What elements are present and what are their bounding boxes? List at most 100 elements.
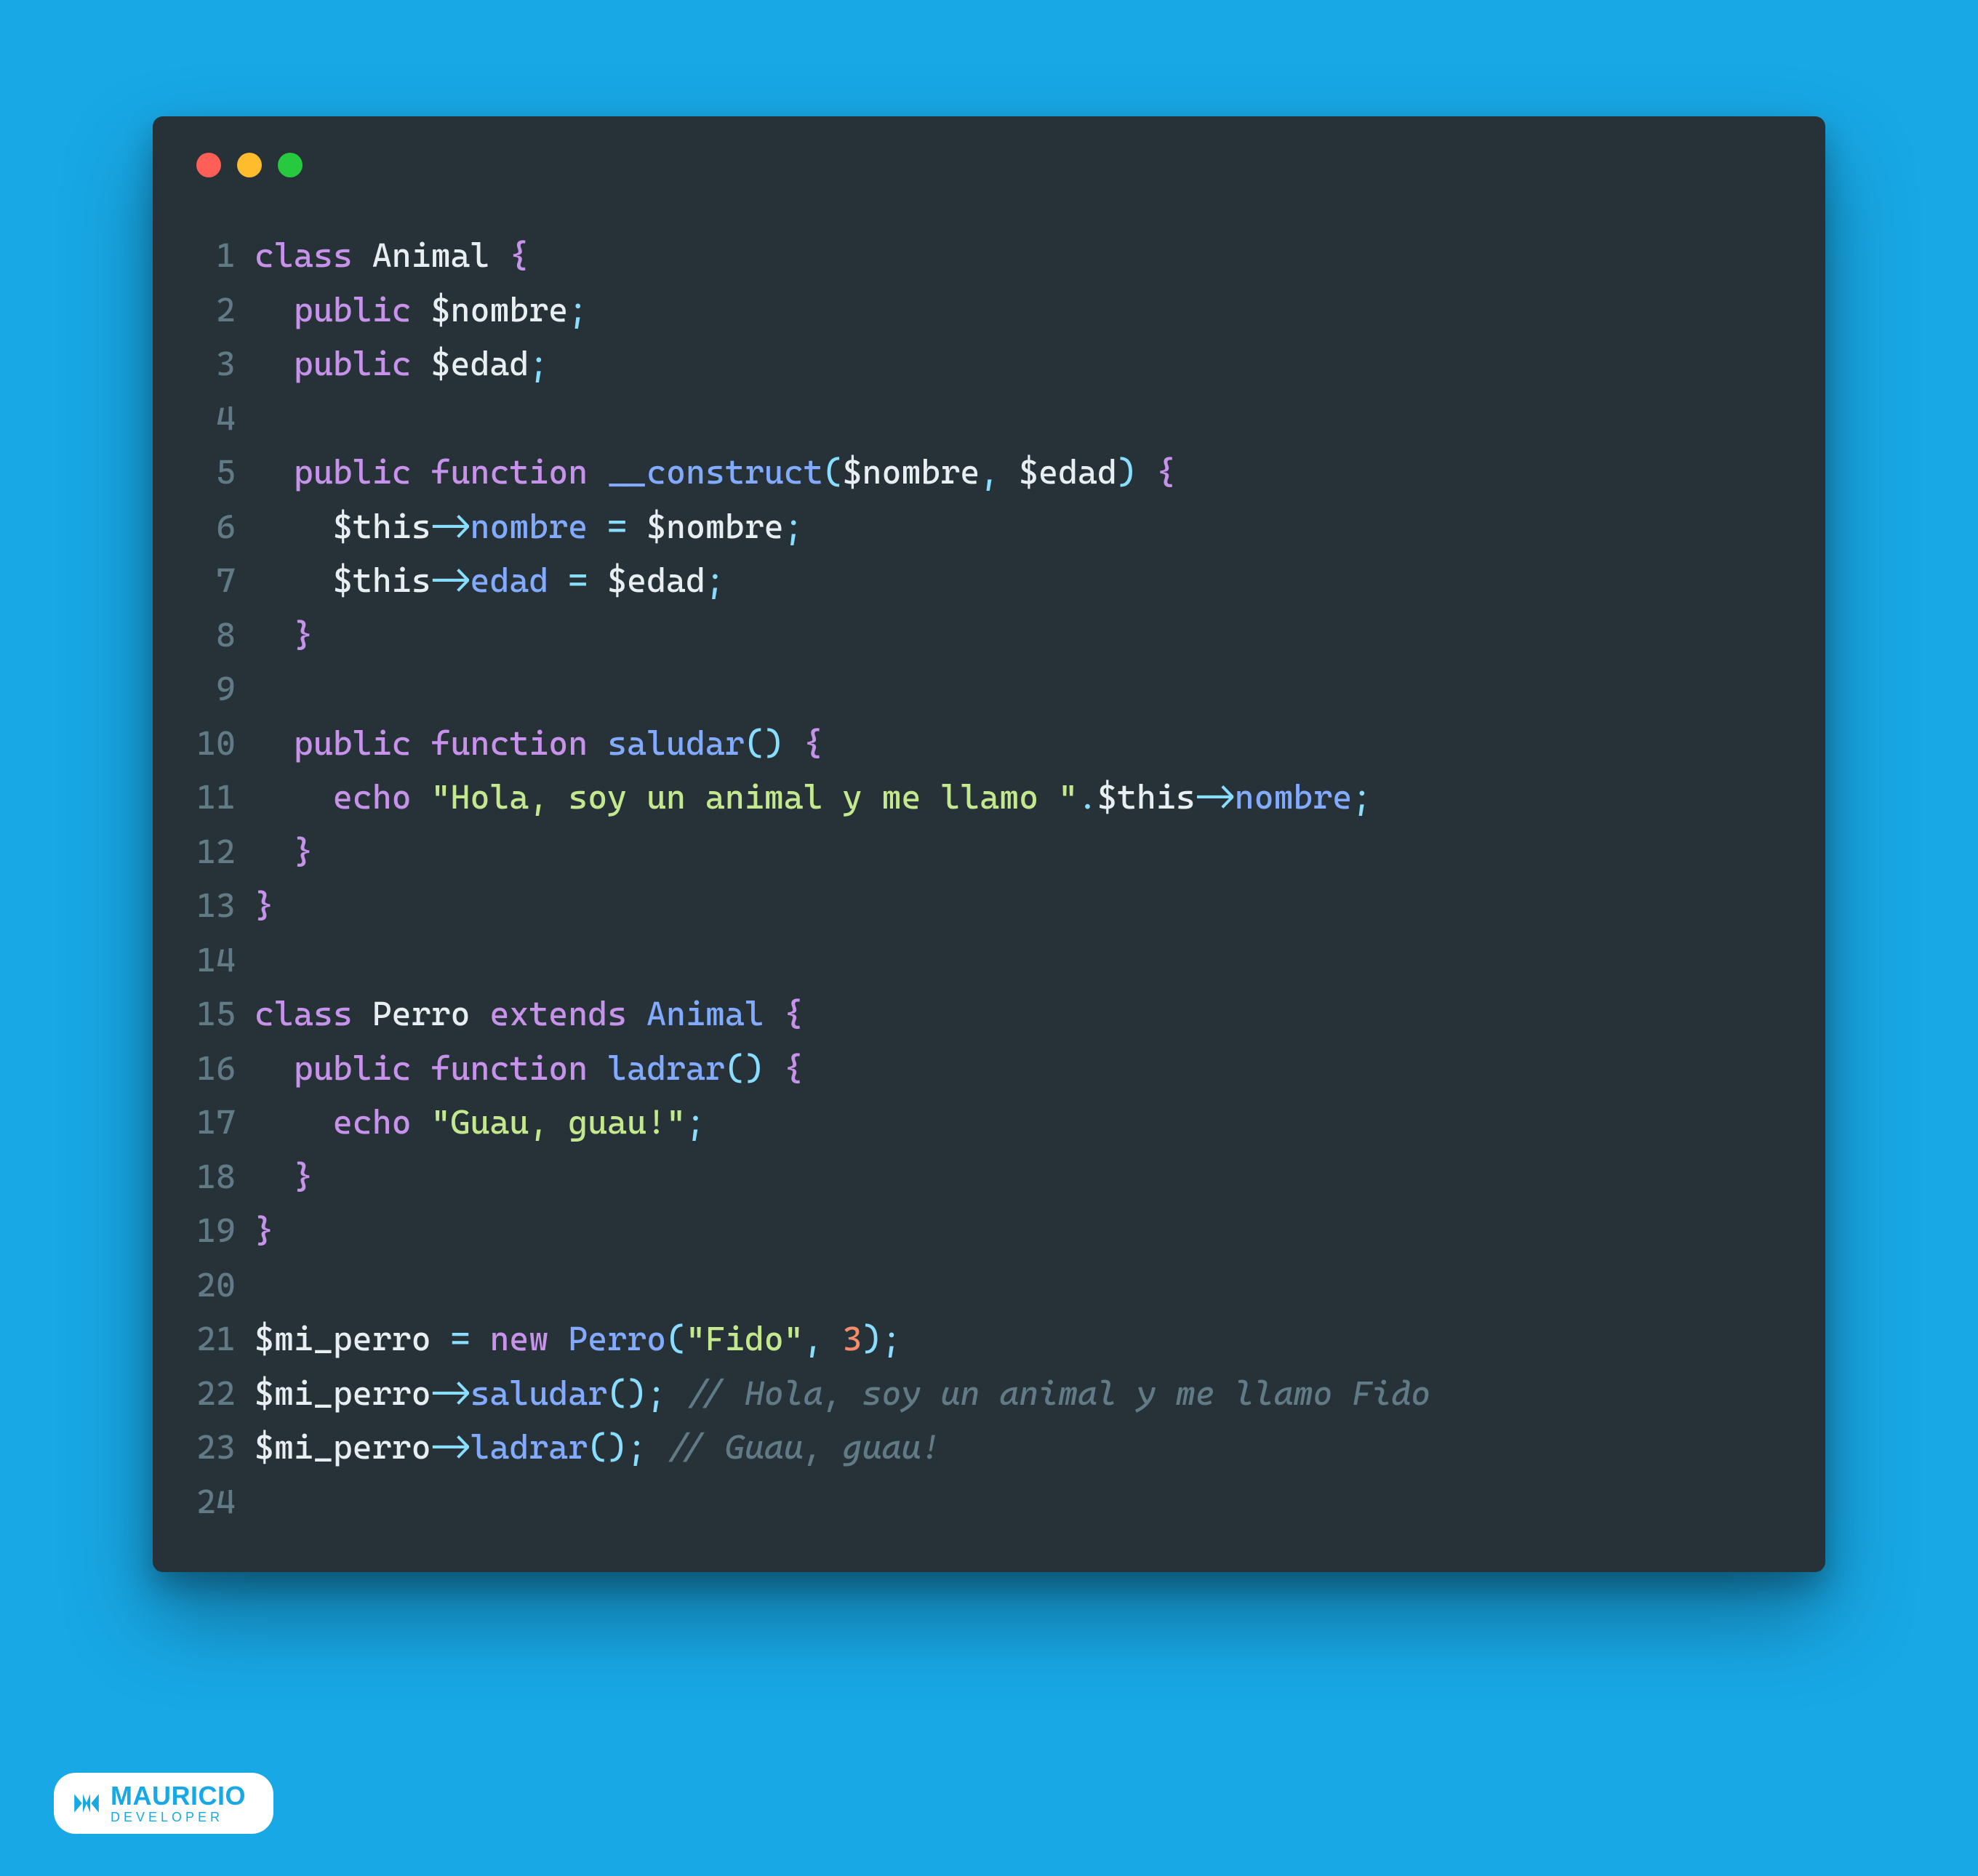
token-sp xyxy=(412,777,431,817)
token-kw: function xyxy=(431,1049,588,1088)
line-content[interactable]: public function __construct($nombre, $ed… xyxy=(255,445,1176,500)
code-line[interactable]: 16 public function ladrar() { xyxy=(189,1041,1789,1096)
line-content[interactable] xyxy=(255,1258,274,1312)
token-brace: } xyxy=(294,832,313,871)
token-punc: ) xyxy=(862,1319,882,1358)
line-content[interactable]: $this->nombre = $nombre; xyxy=(255,500,804,554)
code-line[interactable]: 1class Animal { xyxy=(189,228,1789,283)
line-content[interactable]: } xyxy=(255,608,313,662)
token-sp xyxy=(255,290,294,329)
code-line[interactable]: 12 } xyxy=(189,825,1789,879)
token-sp xyxy=(999,452,1019,492)
line-number: 4 xyxy=(189,391,255,446)
line-number: 12 xyxy=(189,825,255,879)
token-sp xyxy=(627,507,646,546)
code-line[interactable]: 15class Perro extends Animal { xyxy=(189,987,1789,1041)
line-content[interactable]: class Animal { xyxy=(255,228,529,283)
token-var: $mi_perro xyxy=(255,1427,431,1467)
line-content[interactable] xyxy=(255,933,274,987)
line-content[interactable]: } xyxy=(255,878,274,933)
line-content[interactable]: $mi_perro->saludar(); // Hola, soy un an… xyxy=(255,1366,1430,1421)
token-op: ; xyxy=(784,507,804,546)
token-str: "Guau, guau!" xyxy=(431,1102,686,1142)
token-sp xyxy=(588,507,607,546)
code-line[interactable]: 14 xyxy=(189,933,1789,987)
line-content[interactable]: echo "Guau, guau!"; xyxy=(255,1095,705,1150)
token-punc: ( xyxy=(823,452,843,492)
minimize-button[interactable] xyxy=(237,153,262,177)
line-content[interactable]: public function ladrar() { xyxy=(255,1041,804,1096)
code-line[interactable]: 6 $this->nombre = $nombre; xyxy=(189,500,1789,554)
logo-icon xyxy=(71,1788,102,1819)
line-number: 3 xyxy=(189,337,255,391)
token-brace: } xyxy=(294,1157,313,1196)
token-op: -> xyxy=(431,1427,471,1467)
line-number: 10 xyxy=(189,716,255,771)
token-sp xyxy=(627,994,646,1033)
maximize-button[interactable] xyxy=(278,153,303,177)
token-kw: public xyxy=(294,723,412,763)
code-line[interactable]: 8 } xyxy=(189,608,1789,662)
line-number: 8 xyxy=(189,608,255,662)
line-content[interactable] xyxy=(255,1475,274,1529)
code-line[interactable]: 4 xyxy=(189,391,1789,446)
code-line[interactable]: 17 echo "Guau, guau!"; xyxy=(189,1095,1789,1150)
code-line[interactable]: 2 public $nombre; xyxy=(189,283,1789,337)
token-sp xyxy=(353,236,372,275)
code-line[interactable]: 20 xyxy=(189,1258,1789,1312)
line-number: 2 xyxy=(189,283,255,337)
close-button[interactable] xyxy=(196,153,221,177)
line-number: 7 xyxy=(189,553,255,608)
code-line[interactable]: 21$mi_perro = new Perro("Fido", 3); xyxy=(189,1312,1789,1366)
line-number: 11 xyxy=(189,770,255,825)
code-line[interactable]: 9 xyxy=(189,662,1789,716)
code-line[interactable]: 13} xyxy=(189,878,1789,933)
token-prop: nombre xyxy=(470,507,588,546)
token-sp xyxy=(255,1049,294,1088)
line-content[interactable]: public function saludar() { xyxy=(255,716,823,771)
line-content[interactable]: } xyxy=(255,1203,274,1258)
line-content[interactable]: $this->edad = $edad; xyxy=(255,553,725,608)
token-sp xyxy=(412,1102,431,1142)
code-line[interactable]: 19} xyxy=(189,1203,1789,1258)
token-brace: { xyxy=(784,994,804,1033)
code-line[interactable]: 5 public function __construct($nombre, $… xyxy=(189,445,1789,500)
line-content[interactable]: } xyxy=(255,825,313,879)
token-brace: { xyxy=(1156,452,1176,492)
code-line[interactable]: 23$mi_perro->ladrar(); // Guau, guau! xyxy=(189,1420,1789,1475)
line-content[interactable]: $mi_perro = new Perro("Fido", 3); xyxy=(255,1312,901,1366)
code-area[interactable]: 1class Animal {2 public $nombre;3 public… xyxy=(189,228,1789,1528)
token-kw: function xyxy=(431,723,588,763)
token-op: ; xyxy=(529,344,548,383)
token-this: $this xyxy=(333,507,431,546)
line-content[interactable]: $mi_perro->ladrar(); // Guau, guau! xyxy=(255,1420,940,1475)
token-kw: echo xyxy=(333,777,412,817)
token-punc: ( xyxy=(666,1319,686,1358)
code-line[interactable]: 18 } xyxy=(189,1150,1789,1204)
code-line[interactable]: 10 public function saludar() { xyxy=(189,716,1789,771)
line-number: 20 xyxy=(189,1258,255,1312)
code-line[interactable]: 22$mi_perro->saludar(); // Hola, soy un … xyxy=(189,1366,1789,1421)
line-number: 6 xyxy=(189,500,255,554)
token-sp xyxy=(412,344,431,383)
token-num: 3 xyxy=(843,1319,862,1358)
line-content[interactable] xyxy=(255,662,274,716)
token-cmt: // Hola, soy un animal y me llamo Fido xyxy=(686,1374,1430,1413)
code-line[interactable]: 24 xyxy=(189,1475,1789,1529)
line-content[interactable]: echo "Hola, soy un animal y me llamo ".$… xyxy=(255,770,1372,825)
token-punc: ( xyxy=(607,1374,627,1413)
code-line[interactable]: 11 echo "Hola, soy un animal y me llamo … xyxy=(189,770,1789,825)
line-content[interactable]: public $nombre; xyxy=(255,283,588,337)
code-line[interactable]: 3 public $edad; xyxy=(189,337,1789,391)
line-content[interactable]: } xyxy=(255,1150,313,1204)
line-content[interactable]: class Perro extends Animal { xyxy=(255,987,804,1041)
token-op: , xyxy=(980,452,999,492)
line-number: 16 xyxy=(189,1041,255,1096)
line-content[interactable] xyxy=(255,391,274,446)
token-sp xyxy=(489,236,509,275)
line-content[interactable]: public $edad; xyxy=(255,337,548,391)
code-line[interactable]: 7 $this->edad = $edad; xyxy=(189,553,1789,608)
token-sp xyxy=(784,723,804,763)
token-fn: saludar xyxy=(470,1374,607,1413)
line-number: 24 xyxy=(189,1475,255,1529)
